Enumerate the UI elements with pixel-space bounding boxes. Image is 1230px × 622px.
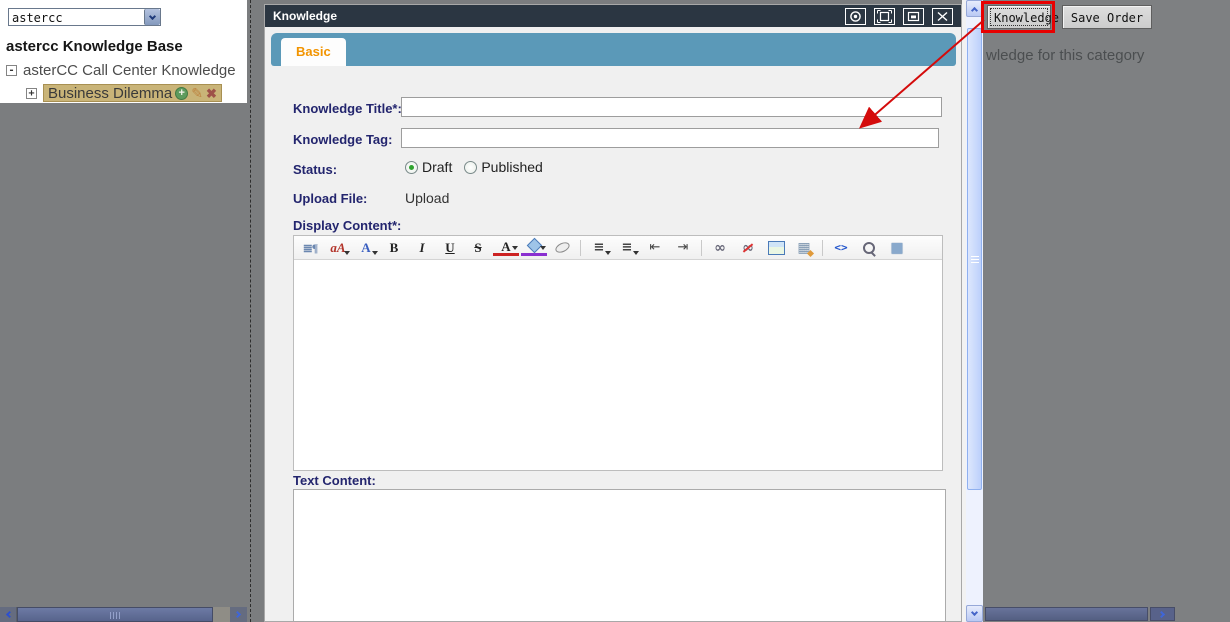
italic-icon[interactable]: I <box>409 238 435 258</box>
scrollbar-track-gap <box>213 607 230 622</box>
outdent-icon[interactable]: ⇤ <box>642 238 668 258</box>
horizontal-scrollbar-thumb[interactable] <box>17 607 213 622</box>
scrollbar-grip-icon <box>971 254 979 265</box>
font-family-icon[interactable]: aA <box>325 238 351 258</box>
delete-icon[interactable]: ✖ <box>206 87 217 100</box>
scroll-up-button[interactable] <box>966 0 983 17</box>
chevron-down-icon <box>970 608 979 617</box>
text-content-textarea[interactable] <box>293 489 946 621</box>
fullscreen-icon[interactable]: ■ <box>884 238 910 258</box>
dialog-title: Knowledge <box>273 9 338 23</box>
chevron-down-icon <box>148 12 157 20</box>
knowledge-title-label: Knowledge Title*: <box>293 101 402 116</box>
text-color-icon[interactable]: A <box>493 240 519 256</box>
align-icon[interactable]: ≡ <box>586 238 612 258</box>
tab-strip: Basic <box>271 33 956 66</box>
source-icon[interactable]: <> <box>828 238 854 258</box>
status-radio-draft[interactable] <box>405 160 418 174</box>
text-content-label: Text Content: <box>293 473 376 488</box>
scroll-right-button[interactable] <box>1150 607 1175 621</box>
chevron-right-icon <box>1157 610 1166 618</box>
vertical-scrollbar-thumb[interactable] <box>967 28 982 490</box>
vertical-scrollbar[interactable] <box>966 0 983 622</box>
add-icon[interactable]: + <box>175 86 189 100</box>
horizontal-scrollbar-left[interactable] <box>0 607 247 622</box>
strikethrough-icon[interactable]: S <box>465 238 491 258</box>
status-label: Status: <box>293 162 338 177</box>
tree-child-node[interactable]: + Business Dilemma + ✎ ✖ <box>26 84 222 102</box>
preview-icon[interactable] <box>856 238 882 258</box>
select-dropdown-button[interactable] <box>144 9 160 25</box>
link-icon[interactable]: ∞ <box>707 238 733 258</box>
scroll-down-button[interactable] <box>966 605 983 622</box>
refresh-icon[interactable] <box>845 7 866 25</box>
knowledge-dialog: Knowledge Basic Knowledge Title*: Knowle… <box>264 4 962 622</box>
category-select-value: astercc <box>12 11 63 25</box>
image-icon[interactable] <box>763 238 789 258</box>
scroll-right-button-left-pane[interactable] <box>230 607 247 622</box>
tree-child-highlight[interactable]: Business Dilemma + ✎ ✖ <box>43 84 222 102</box>
expand-icon[interactable]: + <box>26 87 37 99</box>
tree-root-node[interactable]: - asterCC Call Center Knowledge <box>6 62 236 79</box>
knowledge-tree-pane: astercc astercc Knowledge Base - asterCC… <box>0 0 247 103</box>
knowledge-button[interactable]: Knowledge <box>987 5 1059 29</box>
unlink-icon[interactable]: ∞ <box>735 238 761 258</box>
remove-format-icon[interactable] <box>549 238 575 258</box>
pane-splitter[interactable] <box>250 0 251 622</box>
editor-toolbar: ≣¶ aA A B I U S A ≡ ≡ ⇤ ⇥ ∞ ∞ ▦ <> ■ <box>294 236 942 260</box>
background-color-icon[interactable] <box>521 239 547 256</box>
collapse-icon[interactable]: - <box>6 65 17 76</box>
status-option-published-label[interactable]: Published <box>481 159 543 175</box>
tab-basic[interactable]: Basic <box>281 38 346 66</box>
toolbar-separator <box>701 239 702 256</box>
toolbar-separator <box>822 239 823 256</box>
upload-file-label: Upload File: <box>293 191 368 206</box>
editor-content-area[interactable] <box>294 260 942 470</box>
close-icon[interactable] <box>932 7 953 25</box>
scrollbar-grip-icon <box>109 606 121 622</box>
tree-root-label[interactable]: asterCC Call Center Knowledge <box>23 62 236 79</box>
horizontal-scrollbar-thumb-right[interactable] <box>985 607 1148 621</box>
font-size-icon[interactable]: A <box>353 238 379 258</box>
save-order-button[interactable]: Save Order <box>1062 5 1152 29</box>
status-option-draft-label[interactable]: Draft <box>422 159 452 175</box>
underline-icon[interactable]: U <box>437 238 463 258</box>
display-content-label: Display Content*: <box>293 218 402 233</box>
chevron-left-icon <box>5 610 13 619</box>
status-radio-group: Draft Published <box>405 159 551 175</box>
category-caption: wledge for this category <box>986 47 1145 64</box>
maximize-icon[interactable] <box>874 7 895 25</box>
knowledge-tag-input[interactable] <box>401 128 939 148</box>
indent-icon[interactable]: ⇥ <box>670 238 696 258</box>
list-icon[interactable]: ≡ <box>614 238 640 258</box>
sidebar-heading: astercc Knowledge Base <box>6 38 183 55</box>
category-select[interactable]: astercc <box>8 8 161 26</box>
knowledge-title-input[interactable] <box>401 97 942 117</box>
show-blocks-icon[interactable]: ≣¶ <box>297 238 323 258</box>
status-radio-published[interactable] <box>464 160 478 174</box>
table-icon[interactable]: ▦ <box>791 238 817 258</box>
chevron-up-icon <box>970 6 979 14</box>
restore-icon[interactable] <box>903 7 924 25</box>
edit-icon[interactable]: ✎ <box>191 86 203 100</box>
rich-text-editor: ≣¶ aA A B I U S A ≡ ≡ ⇤ ⇥ ∞ ∞ ▦ <> ■ <box>293 235 943 471</box>
knowledge-tag-label: Knowledge Tag: <box>293 132 393 147</box>
toolbar-separator <box>580 239 581 256</box>
bold-icon[interactable]: B <box>381 238 407 258</box>
dialog-titlebar[interactable]: Knowledge <box>265 5 961 27</box>
tree-child-label[interactable]: Business Dilemma <box>48 85 172 102</box>
chevron-right-icon <box>233 610 242 619</box>
upload-link[interactable]: Upload <box>405 190 449 206</box>
background-page <box>983 0 1230 622</box>
scroll-left-button[interactable] <box>0 607 16 622</box>
